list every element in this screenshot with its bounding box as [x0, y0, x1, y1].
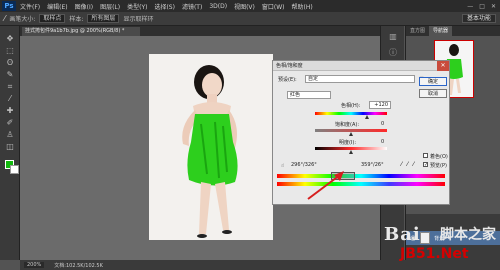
menu-layer[interactable]: 图层(L) [100, 2, 120, 11]
quick-select-tool-icon[interactable]: ✎ [4, 70, 16, 79]
hue-slider-track[interactable] [315, 112, 387, 115]
hue-label: 色相(H): [341, 103, 361, 109]
colorize-label: 着色(O) [430, 154, 448, 160]
minimize-button[interactable]: — [467, 3, 473, 10]
saturation-value[interactable]: 0 [381, 121, 384, 127]
eyedropper-tool-icon[interactable]: ⁄ [4, 14, 5, 23]
show-ring-label[interactable]: 显示取样环 [123, 14, 153, 23]
menu-image[interactable]: 图像(I) [75, 2, 93, 11]
menu-type[interactable]: 类型(Y) [127, 2, 147, 11]
marquee-tool-icon[interactable]: ⬚ [4, 46, 16, 55]
stamp-tool-icon[interactable]: ♙ [4, 130, 16, 139]
dialog-title: 色相/饱和度 [273, 61, 449, 71]
colorize-checkbox[interactable] [423, 153, 428, 158]
zoom-level[interactable]: 200% [24, 262, 45, 268]
menu-window[interactable]: 窗口(W) [262, 2, 285, 11]
document-image [149, 54, 273, 240]
tab-histogram[interactable]: 直方图 [406, 26, 429, 36]
menu-select[interactable]: 选择(S) [154, 2, 175, 11]
right-panel-tabs: 直方图 导航器 [406, 26, 500, 36]
eyedropper-plus-icon[interactable]: ⁄ [407, 161, 408, 168]
eraser-tool-icon[interactable]: ◫ [4, 142, 16, 151]
workspace-select[interactable]: 基本功能 [461, 14, 496, 23]
dialog-close-button[interactable]: ✕ [437, 61, 449, 71]
eyedropper-icon-1[interactable]: ⁄ [401, 161, 402, 168]
histogram-icon[interactable]: ▥ [387, 32, 399, 42]
watermark-url: JB51.Net [400, 246, 469, 262]
info-icon[interactable]: ⓘ [387, 48, 399, 58]
close-button[interactable]: ✕ [491, 3, 496, 10]
menu-help[interactable]: 帮助(H) [292, 2, 313, 11]
preview-label: 预览(P) [430, 163, 447, 169]
options-bar: ⁄ 画笔大小: 取样点 样本: 所有图层 显示取样环 基本功能 [0, 12, 500, 26]
woman-in-green-dress-image [149, 54, 273, 240]
lightness-value[interactable]: 0 [381, 139, 384, 145]
saturation-label: 饱和度(A): [335, 122, 360, 128]
hue-saturation-dialog: 色相/饱和度 ✕ 预设(E): 自定 ≡ 确定 取消 红色 色相(H): +12… [272, 60, 450, 205]
brush-size-select[interactable]: 取样点 [39, 14, 66, 23]
brush-size-label: 画笔大小: [9, 16, 36, 23]
preset-label: 预设(E): [278, 77, 297, 83]
maximize-button[interactable]: □ [479, 3, 485, 10]
preview-checkbox[interactable]: ✓ [423, 162, 428, 168]
cancel-button[interactable]: 取消 [419, 89, 447, 98]
hue-slider-knob[interactable] [365, 115, 369, 119]
photoshop-logo: Ps [2, 1, 16, 11]
tab-navigator[interactable]: 导航器 [429, 26, 453, 36]
watermark-site-name: 脚本之家 [440, 227, 496, 243]
background-color-swatch[interactable] [10, 165, 19, 174]
menu-view[interactable]: 视图(V) [234, 2, 255, 11]
eyedropper-minus-icon[interactable]: ⁄ [413, 161, 414, 168]
doc-size: 文档:102.5K/102.5K [54, 262, 103, 269]
sample-label: 样本: [69, 16, 84, 23]
hand-adjust-icon[interactable]: ☝ [281, 163, 284, 169]
lightness-label: 明度(I): [339, 140, 357, 146]
range-right-text: 359°/26° [361, 162, 384, 168]
saturation-slider-knob[interactable] [349, 132, 353, 136]
window-controls: — □ ✕ [467, 3, 496, 10]
move-tool-icon[interactable]: ✥ [4, 34, 16, 43]
lasso-tool-icon[interactable]: ʘ [4, 58, 16, 67]
channel-select[interactable]: 红色 [287, 91, 331, 99]
tools-panel: ✥ ⬚ ʘ ✎ ⌗ ⁄ ✚ ✐ ♙ ◫ [0, 26, 20, 260]
ok-button[interactable]: 确定 [419, 77, 447, 86]
annotation-arrow [307, 171, 344, 200]
brush-tool-icon[interactable]: ✐ [4, 118, 16, 127]
lightness-slider-knob[interactable] [349, 150, 353, 154]
menu-3d[interactable]: 3D(D) [209, 3, 227, 10]
document-tab[interactable]: 挂式挎包件9a1b7b.jpg @ 200%(RGB/8) * [22, 27, 140, 36]
menu-bar: Ps 文件(F) 编辑(E) 图像(I) 图层(L) 类型(Y) 选择(S) 滤… [0, 0, 500, 12]
hue-value[interactable]: +120 [369, 101, 391, 109]
menu-edit[interactable]: 编辑(E) [47, 2, 67, 11]
healing-brush-icon[interactable]: ✚ [4, 106, 16, 115]
eyedropper-icon[interactable]: ⁄ [4, 94, 16, 103]
menu-filter[interactable]: 滤镜(T) [182, 2, 202, 11]
menu-file[interactable]: 文件(F) [20, 2, 40, 11]
preset-select[interactable]: 自定 [305, 75, 415, 83]
crop-tool-icon[interactable]: ⌗ [4, 82, 16, 91]
sample-select[interactable]: 所有图层 [87, 14, 120, 23]
